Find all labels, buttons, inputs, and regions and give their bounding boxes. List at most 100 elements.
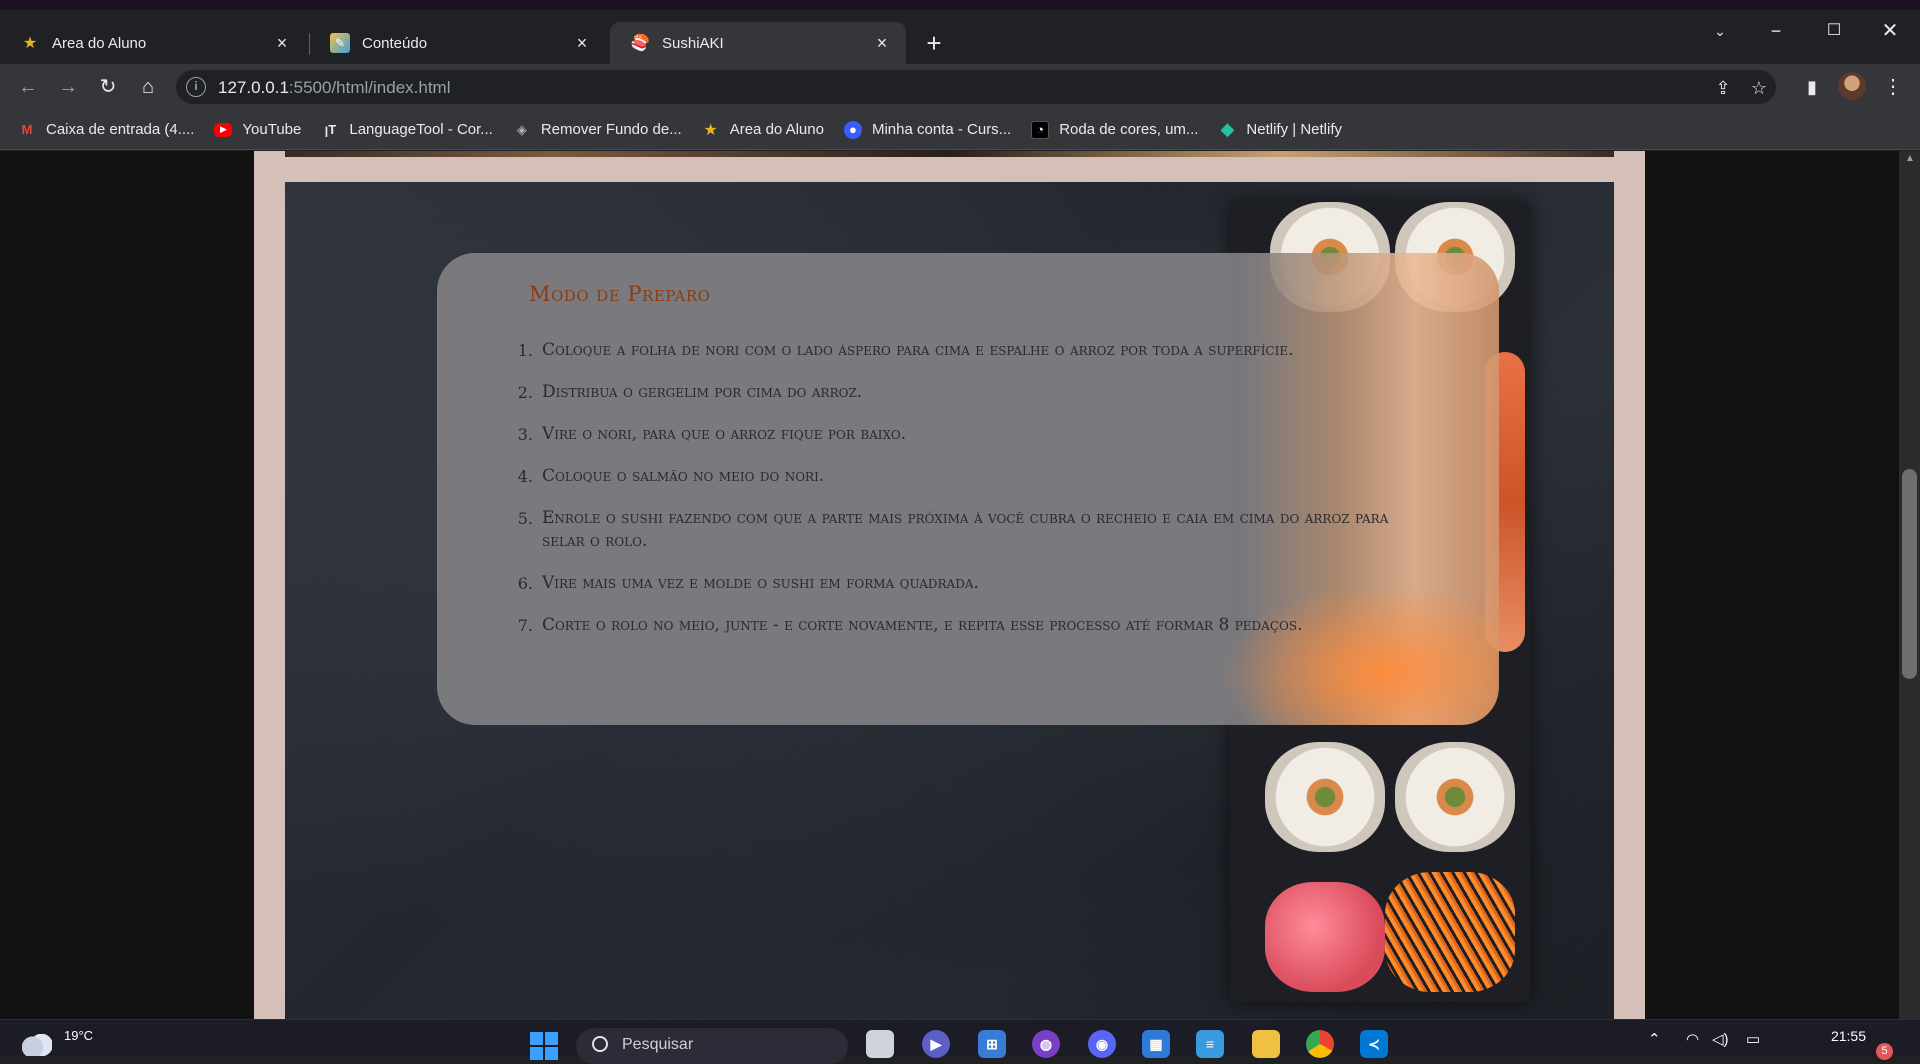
- sushi-roll-image: [1395, 742, 1515, 852]
- step-item: 1. Coloque a folha de nori com o lado ásp…: [437, 339, 1499, 362]
- windows-taskbar: 19°C Pesquisar ▶ ⊞ ◍ ◉ ▦ ≡ ≺ ⌃ ◠ ◁) ▭ 21…: [0, 1019, 1920, 1064]
- youtube-icon: ▶: [214, 122, 233, 137]
- minimize-button[interactable]: −: [1748, 14, 1804, 48]
- start-tile: [530, 1032, 543, 1045]
- step-number: 2.: [517, 383, 533, 402]
- step-item: 7. Corte o rolo no meio, junte - e corte …: [437, 614, 1499, 637]
- side-panel-icon[interactable]: ▮: [1797, 72, 1827, 102]
- back-button[interactable]: ←: [12, 71, 44, 103]
- window-top-edge: [0, 0, 1920, 10]
- step-number: 5.: [517, 509, 533, 528]
- step-text: Coloque a folha de nori com o lado ásper…: [542, 340, 1294, 360]
- tray-chevron-icon[interactable]: ⌃: [1648, 1030, 1661, 1048]
- step-item: 4. Coloque o salmão no meio do nori.: [437, 465, 1499, 488]
- bookmark-label: LanguageTool - Cor...: [349, 121, 493, 138]
- weather-temp: 19°C: [64, 1028, 94, 1043]
- site-info-icon[interactable]: i: [186, 77, 206, 97]
- taskbar-search[interactable]: Pesquisar: [576, 1028, 848, 1064]
- step-number: 6.: [517, 574, 533, 593]
- bookmark-item[interactable]: ꞁT LanguageTool - Cor...: [321, 121, 493, 139]
- bookmark-label: Remover Fundo de...: [540, 121, 682, 138]
- start-tile: [545, 1032, 558, 1045]
- bookmark-star-icon[interactable]: ☆: [1748, 78, 1770, 98]
- share-icon[interactable]: ⇪: [1712, 78, 1734, 98]
- step-text: Coloque o salmão no meio do nori.: [542, 466, 825, 486]
- calculator-icon[interactable]: ⊞: [978, 1030, 1006, 1058]
- close-icon[interactable]: ×: [872, 33, 892, 53]
- home-button[interactable]: ⌂: [132, 71, 164, 103]
- chrome-icon[interactable]: [1306, 1030, 1334, 1058]
- bookmark-item[interactable]: ● Minha conta - Curs...: [843, 120, 1012, 139]
- weather-widget[interactable]: 19°C: [22, 1028, 93, 1056]
- step-item: 3. Vire o nori, para que o arroz fique po…: [437, 423, 1499, 446]
- browser-toolbar: ← → ↻ ⌂ i 127.0.0.1:5500/html/index.html…: [0, 64, 1920, 110]
- step-text: Distribua o gergelim por cima do arroz.: [542, 382, 863, 402]
- bookmark-label: Roda de cores, um...: [1059, 121, 1199, 138]
- volume-icon[interactable]: ◁): [1712, 1030, 1729, 1048]
- close-icon[interactable]: ×: [272, 33, 292, 53]
- bookmark-item[interactable]: ◔ Roda de cores, um...: [1031, 120, 1199, 139]
- close-window-button[interactable]: ✕: [1862, 14, 1918, 48]
- tab-search-button[interactable]: ⌄: [1692, 14, 1748, 48]
- tab-conteudo[interactable]: ✎ Conteúdo ×: [310, 22, 606, 64]
- url-text[interactable]: 127.0.0.1:5500/html/index.html: [218, 78, 451, 98]
- url-host: 127.0.0.1: [218, 78, 289, 97]
- step-text: Enrole o sushi fazendo com que a parte m…: [542, 508, 1389, 551]
- profile-avatar[interactable]: [1838, 72, 1866, 100]
- notification-badge[interactable]: 5: [1876, 1043, 1893, 1060]
- section-title: Modo de Preparo: [529, 282, 711, 306]
- bookmark-item[interactable]: ▶ YouTube: [214, 121, 301, 138]
- tab-label: SushiAKI: [662, 34, 724, 52]
- step-number: 1.: [517, 341, 533, 360]
- menu-kebab-icon[interactable]: ⋮: [1878, 72, 1908, 102]
- notepad-icon[interactable]: ≡: [1196, 1030, 1224, 1058]
- tab-label: Conteúdo: [362, 34, 428, 52]
- tab-sushiaki[interactable]: 🍣 SushiAKI ×: [610, 22, 906, 64]
- bookmark-item[interactable]: ◆ Netlify | Netlify: [1218, 119, 1343, 139]
- bookmark-item[interactable]: ★ Area do Aluno: [702, 121, 824, 139]
- clock-time[interactable]: 21:55: [1786, 1028, 1866, 1044]
- task-view-icon[interactable]: [866, 1030, 894, 1058]
- url-path: :5500/html/index.html: [288, 78, 451, 97]
- start-tile: [530, 1047, 543, 1060]
- scrollbar-thumb[interactable]: [1902, 469, 1917, 679]
- file-explorer-icon[interactable]: [1252, 1030, 1280, 1058]
- tab-strip: ★ Area do Aluno × ✎ Conteúdo × 🍣 SushiAK…: [0, 0, 1920, 64]
- start-tile: [545, 1047, 558, 1060]
- bookmark-label: Netlify | Netlify: [1246, 121, 1343, 138]
- discord-icon[interactable]: ◉: [1088, 1030, 1116, 1058]
- tab-area-do-aluno[interactable]: ★ Area do Aluno ×: [0, 22, 306, 64]
- reload-button[interactable]: ↻: [92, 71, 124, 103]
- vscode-icon[interactable]: ≺: [1360, 1030, 1388, 1058]
- teams-icon[interactable]: ▶: [922, 1030, 950, 1058]
- close-icon[interactable]: ×: [572, 33, 592, 53]
- bookmark-label: Minha conta - Curs...: [871, 121, 1012, 138]
- star-logo-icon: ★: [703, 121, 718, 139]
- search-icon: [592, 1036, 608, 1052]
- new-tab-button[interactable]: +: [918, 28, 950, 60]
- store-icon[interactable]: ▦: [1142, 1030, 1170, 1058]
- step-number: 7.: [517, 616, 533, 635]
- step-item: 6. Vire mais uma vez e molde o sushi em f…: [437, 572, 1499, 595]
- bookmark-label: YouTube: [242, 121, 302, 138]
- battery-icon[interactable]: ▭: [1746, 1030, 1760, 1048]
- step-text: Corte o rolo no meio, junte - e corte no…: [542, 615, 1303, 635]
- course-icon: ●: [843, 120, 862, 139]
- wifi-icon[interactable]: ◠: [1686, 1030, 1699, 1048]
- preparation-card: Modo de Preparo 1. Coloque a folha de nor…: [437, 253, 1499, 725]
- bookmark-label: Caixa de entrada (4....: [46, 121, 195, 138]
- page-viewport: Modo de Preparo 1. Coloque a folha de nor…: [0, 151, 1920, 1019]
- languagetool-icon: ꞁT: [324, 121, 337, 137]
- forward-button[interactable]: →: [52, 71, 84, 103]
- bookmark-label: Area do Aluno: [729, 121, 824, 138]
- github-icon[interactable]: ◍: [1032, 1030, 1060, 1058]
- cloud-icon: [22, 1034, 52, 1056]
- bookmark-item[interactable]: M Caixa de entrada (4....: [18, 121, 195, 139]
- step-item: 2. Distribua o gergelim por cima do arroz…: [437, 381, 1499, 404]
- address-bar[interactable]: i 127.0.0.1:5500/html/index.html ⇪ ☆: [176, 70, 1776, 104]
- bookmark-item[interactable]: ◈ Remover Fundo de...: [513, 121, 682, 139]
- step-item: 5. Enrole o sushi fazendo com que a parte…: [437, 507, 1499, 553]
- sushi-logo-icon: 🍣: [630, 35, 650, 52]
- scroll-up-arrow-icon[interactable]: ▲: [1905, 153, 1915, 164]
- maximize-button[interactable]: ☐: [1806, 14, 1862, 48]
